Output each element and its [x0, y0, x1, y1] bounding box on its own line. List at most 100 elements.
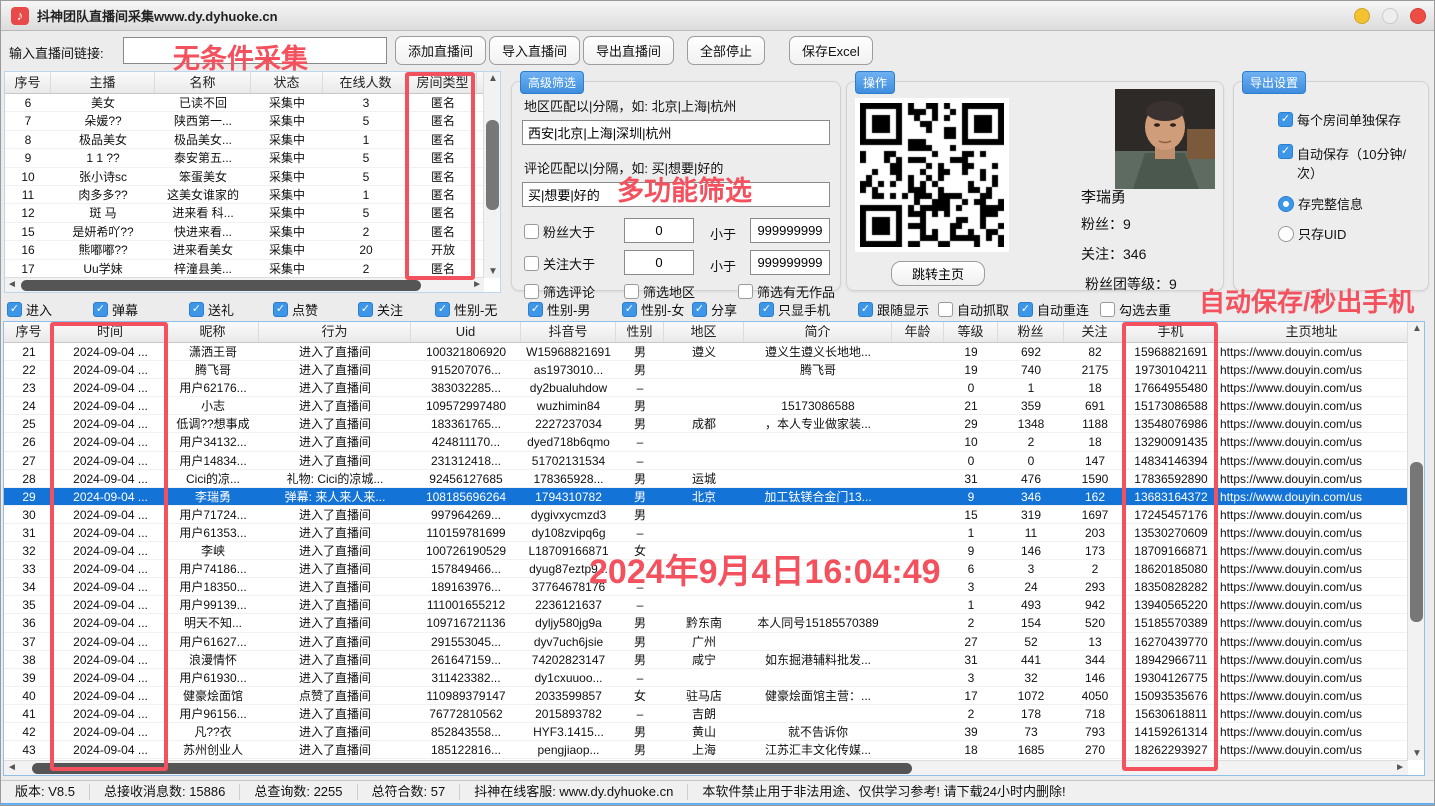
- col-header-homepage[interactable]: 主页地址: [1216, 322, 1408, 342]
- col-header-fans[interactable]: 粉丝: [998, 322, 1064, 342]
- room-vertical-scrollbar[interactable]: ▲ ▼: [483, 72, 500, 278]
- col-header-gender[interactable]: 性别: [616, 322, 664, 342]
- filter-checkbox-gender-female[interactable]: ✓性别-女: [622, 300, 692, 319]
- fans-max-input[interactable]: [750, 218, 830, 243]
- follow-min-input[interactable]: [624, 250, 694, 275]
- table-row[interactable]: 262024-09-04 ...用户34132...进入了直播间42481117…: [4, 433, 1424, 451]
- room-table-row[interactable]: 12斑 马进来看 科...采集中5匿名: [5, 204, 500, 222]
- table-row[interactable]: 212024-09-04 ...潇洒王哥进入了直播间100321806920W1…: [4, 343, 1424, 361]
- close-button[interactable]: [1410, 8, 1426, 24]
- table-row[interactable]: 312024-09-04 ...用户61353...进入了直播间11015978…: [4, 524, 1424, 542]
- filter-checkbox-auto-capture[interactable]: ✓自动抓取: [938, 300, 1018, 319]
- table-row[interactable]: 432024-09-04 ...苏州创业人进入了直播间185122816...p…: [4, 741, 1424, 759]
- room-table-row[interactable]: 15是妍希吖??快进来看...采集中2匿名: [5, 223, 500, 241]
- table-row[interactable]: 362024-09-04 ...明天不知...进入了直播间10971672113…: [4, 614, 1424, 632]
- checkbox-icon[interactable]: ✓: [524, 224, 539, 239]
- room-horizontal-scrollbar[interactable]: ◄ ►: [5, 277, 484, 292]
- comment-filter-input[interactable]: [522, 182, 830, 207]
- maximize-button[interactable]: [1382, 8, 1398, 24]
- export-room-button[interactable]: 导出直播间: [583, 36, 674, 65]
- room-col-header-name[interactable]: 名称: [155, 72, 251, 93]
- col-header-intro[interactable]: 简介: [744, 322, 892, 342]
- room-table-row[interactable]: 91 1 ??泰安第五...采集中5匿名: [5, 149, 500, 167]
- stop-all-button[interactable]: 全部停止: [687, 36, 765, 65]
- checkbox-icon[interactable]: ✓: [858, 302, 873, 317]
- table-row[interactable]: 332024-09-04 ...用户74186...进入了直播间15784946…: [4, 560, 1424, 578]
- table-row[interactable]: 372024-09-04 ...用户61627...进入了直播间29155304…: [4, 633, 1424, 651]
- table-row[interactable]: 222024-09-04 ...腾飞哥进入了直播间915207076...as1…: [4, 361, 1424, 379]
- checkbox-icon[interactable]: ✓: [738, 284, 753, 299]
- checkbox-icon[interactable]: ✓: [1278, 144, 1293, 159]
- col-header-level[interactable]: 等级: [944, 322, 998, 342]
- table-row[interactable]: 382024-09-04 ...浪漫情怀进入了直播间261647159...74…: [4, 651, 1424, 669]
- col-header-age[interactable]: 年龄: [892, 322, 944, 342]
- col-header-region[interactable]: 地区: [664, 322, 744, 342]
- filter-checkbox-share[interactable]: ✓分享: [692, 300, 759, 319]
- room-link-input[interactable]: [123, 37, 387, 64]
- room-col-header-online[interactable]: 在线人数: [323, 72, 409, 93]
- checkbox-icon[interactable]: ✓: [189, 302, 204, 317]
- col-header-action[interactable]: 行为: [259, 322, 411, 342]
- room-col-header-streamer[interactable]: 主播: [51, 72, 155, 93]
- table-row[interactable]: 272024-09-04 ...用户14834...进入了直播间23131241…: [4, 452, 1424, 470]
- scroll-up-icon[interactable]: ▲: [488, 73, 498, 84]
- room-table-row[interactable]: 17Uu学妹梓潼县美...采集中2匿名: [5, 260, 500, 278]
- table-row[interactable]: 282024-09-04 ...Cici的凉...礼物: Cici的凉城...9…: [4, 470, 1424, 488]
- checkbox-icon[interactable]: ✓: [273, 302, 288, 317]
- jump-homepage-button[interactable]: 跳转主页: [891, 261, 985, 286]
- scroll-left-icon[interactable]: ◄: [7, 279, 17, 290]
- col-header-uid[interactable]: Uid: [411, 322, 521, 342]
- scroll-up-icon[interactable]: ▲: [1412, 323, 1422, 334]
- table-row[interactable]: 412024-09-04 ...用户96156...进入了直播间76772810…: [4, 705, 1424, 723]
- checkbox-icon[interactable]: ✓: [7, 302, 22, 317]
- checkbox-icon[interactable]: ✓: [759, 302, 774, 317]
- checkbox-icon[interactable]: ✓: [435, 302, 450, 317]
- minimize-button[interactable]: [1354, 8, 1370, 24]
- checkbox-icon[interactable]: ✓: [692, 302, 707, 317]
- radio-icon[interactable]: [1278, 196, 1294, 212]
- table-row[interactable]: 232024-09-04 ...用户62176...进入了直播间38303228…: [4, 379, 1424, 397]
- filter-checkbox-enter[interactable]: ✓进入: [7, 300, 93, 319]
- col-header-douyin[interactable]: 抖音号: [521, 322, 616, 342]
- table-row[interactable]: 292024-09-04 ...李瑞勇弹幕: 来人来人来...108185696…: [4, 488, 1424, 506]
- checkbox-icon[interactable]: ✓: [1100, 302, 1115, 317]
- checkbox-icon[interactable]: ✓: [622, 302, 637, 317]
- scroll-right-icon[interactable]: ►: [1395, 762, 1405, 773]
- main-vertical-scrollbar[interactable]: ▲ ▼: [1407, 322, 1424, 760]
- checkbox-icon[interactable]: ✓: [1278, 112, 1293, 127]
- table-row[interactable]: 242024-09-04 ...小志进入了直播间109572997480wuzh…: [4, 397, 1424, 415]
- auto-save-checkbox[interactable]: ✓ 自动保存（10分钟/次）: [1278, 144, 1418, 182]
- room-table-row[interactable]: 8极品美女极品美女...采集中1匿名: [5, 131, 500, 149]
- table-row[interactable]: 342024-09-04 ...用户18350...进入了直播间18916397…: [4, 578, 1424, 596]
- main-horizontal-scrollbar[interactable]: ◄ ►: [4, 760, 1408, 775]
- room-table-row[interactable]: 11肉多多??这美女谁家的采集中1匿名: [5, 186, 500, 204]
- filter-checkbox-danmaku[interactable]: ✓弹幕: [93, 300, 189, 319]
- uid-only-radio[interactable]: 只存UID: [1278, 224, 1346, 243]
- checkbox-icon[interactable]: ✓: [624, 284, 639, 299]
- table-row[interactable]: 422024-09-04 ...凡??衣进入了直播间852843558...HY…: [4, 723, 1424, 741]
- checkbox-icon[interactable]: ✓: [938, 302, 953, 317]
- table-row[interactable]: 352024-09-04 ...用户99139...进入了直播间11100165…: [4, 596, 1424, 614]
- filter-checkbox-follow[interactable]: ✓关注: [358, 300, 435, 319]
- col-header-phone[interactable]: 手机: [1126, 322, 1216, 342]
- filter-checkbox-gift[interactable]: ✓送礼: [189, 300, 273, 319]
- table-row[interactable]: 392024-09-04 ...用户61930...进入了直播间31142338…: [4, 669, 1424, 687]
- save-per-room-checkbox[interactable]: ✓ 每个房间单独保存: [1278, 110, 1401, 129]
- scrollbar-thumb[interactable]: [32, 763, 912, 774]
- checkbox-icon[interactable]: ✓: [358, 302, 373, 317]
- table-row[interactable]: 252024-09-04 ...低调??想事成进入了直播间183361765..…: [4, 415, 1424, 433]
- room-table-row[interactable]: 7朵媛??陕西第一...采集中5匿名: [5, 112, 500, 130]
- scroll-left-icon[interactable]: ◄: [7, 762, 17, 773]
- checkbox-icon[interactable]: ✓: [528, 302, 543, 317]
- radio-icon[interactable]: [1278, 226, 1294, 242]
- col-header-nick[interactable]: 昵称: [167, 322, 259, 342]
- scrollbar-thumb[interactable]: [1410, 462, 1423, 622]
- region-filter-input[interactable]: [522, 120, 830, 145]
- fans-filter-checkbox[interactable]: ✓ 粉丝大于: [524, 222, 595, 241]
- filter-checkbox-gender-none[interactable]: ✓性别-无: [435, 300, 528, 319]
- room-col-header-seq[interactable]: 序号: [5, 72, 51, 93]
- table-row[interactable]: 302024-09-04 ...用户71724...进入了直播间99796426…: [4, 506, 1424, 524]
- scroll-right-icon[interactable]: ►: [472, 279, 482, 290]
- scroll-down-icon[interactable]: ▼: [488, 266, 498, 277]
- checkbox-icon[interactable]: ✓: [93, 302, 108, 317]
